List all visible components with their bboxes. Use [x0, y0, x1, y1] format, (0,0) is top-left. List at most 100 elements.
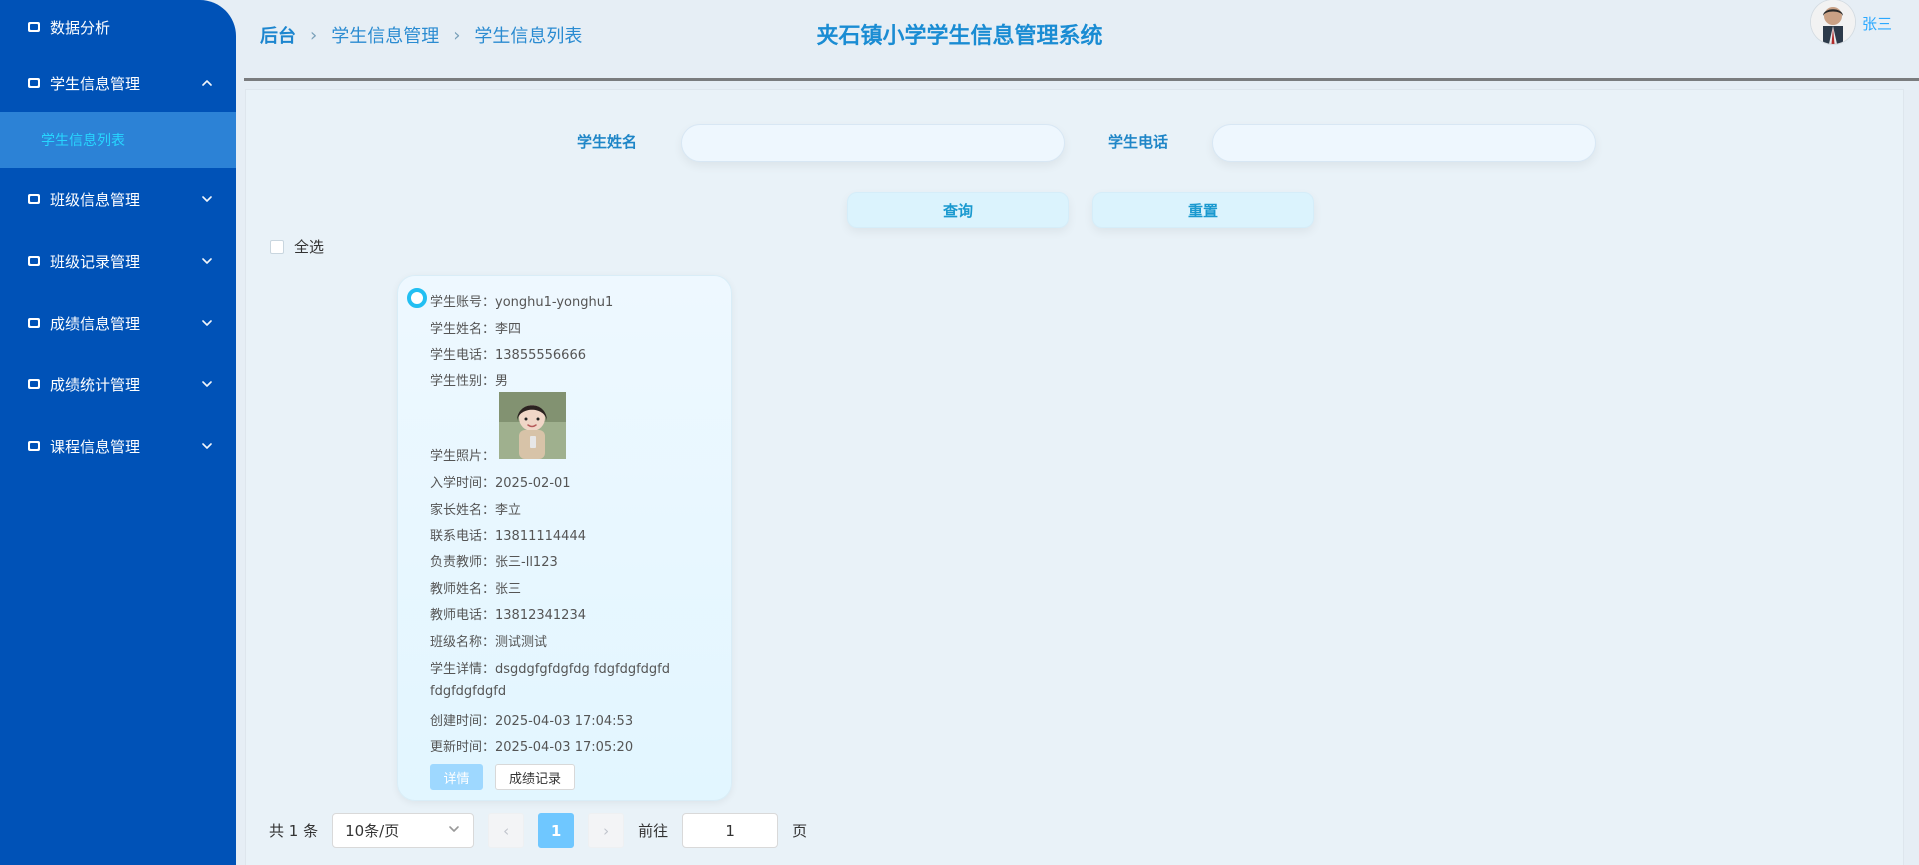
field-parent-name: 家长姓名：李立	[430, 499, 521, 518]
field-value: 13811114444	[495, 529, 586, 544]
field-key: 学生详情：	[430, 662, 496, 677]
field-teacher-name: 教师姓名：张三	[430, 578, 521, 597]
field-value: 男	[495, 374, 509, 389]
field-student-details: 学生详情：dsgdgfgfdgfdg fdgfdgfdgfd	[430, 658, 670, 677]
menu-icon	[26, 376, 42, 392]
chevron-down-icon	[200, 439, 214, 453]
chevron-right-icon: ›	[603, 821, 610, 840]
field-value: dsgdgfgfdgfdg fdgfdgfdgfd	[495, 662, 670, 677]
field-key: 学生照片：	[430, 449, 496, 464]
select-all[interactable]: 全选	[270, 236, 324, 257]
sidebar: 数据分析 学生信息管理 学生信息列表 班级信息管理 班级记录管理 成绩信息管理 …	[0, 0, 236, 865]
goto-page-input[interactable]: 1	[682, 813, 779, 848]
field-value: 13855556666	[495, 348, 586, 363]
sidebar-item-class-info[interactable]: 班级信息管理	[0, 172, 236, 226]
field-value: 2025-04-03 17:05:20	[495, 740, 634, 755]
page-button-current[interactable]: 1	[538, 813, 575, 848]
select-all-label: 全选	[294, 238, 325, 256]
page-size-value: 10条/页	[345, 822, 400, 840]
field-key: 班级名称：	[430, 635, 496, 650]
goto-page-value: 1	[725, 821, 735, 840]
student-name-label: 学生姓名	[577, 133, 638, 151]
field-created-time: 创建时间：2025-04-03 17:04:53	[430, 710, 633, 729]
student-name-input[interactable]	[681, 124, 1065, 162]
field-value: 张三-ll123	[495, 555, 558, 570]
field-value: 2025-02-01	[495, 476, 571, 491]
field-updated-time: 更新时间：2025-04-03 17:05:20	[430, 736, 633, 755]
select-all-checkbox[interactable]	[270, 239, 284, 254]
sidebar-item-class-records[interactable]: 班级记录管理	[0, 234, 236, 288]
sidebar-item-label: 学生信息管理	[50, 74, 141, 93]
user-name[interactable]: 张三	[1862, 13, 1892, 34]
field-value: 李立	[495, 503, 522, 518]
page-suffix: 页	[792, 822, 808, 840]
field-teacher-phone: 教师电话：13812341234	[430, 604, 586, 623]
pagination: 共 1 条 10条/页 ‹ 1 › 前往 1 页	[269, 813, 807, 848]
chevron-left-icon: ‹	[503, 821, 510, 840]
field-student-name: 学生姓名：李四	[430, 318, 521, 337]
field-value: fdgfdgfdgfd	[430, 684, 507, 699]
field-enroll-date: 入学时间：2025-02-01	[430, 472, 571, 491]
field-value: 李四	[495, 322, 522, 337]
student-phone-input[interactable]	[1212, 124, 1596, 162]
field-key: 学生账号：	[430, 295, 496, 310]
prev-page-button[interactable]: ‹	[488, 813, 525, 848]
field-key: 更新时间：	[430, 740, 496, 755]
detail-button[interactable]: 详情	[430, 764, 483, 790]
student-photo	[499, 392, 566, 459]
field-value: 测试测试	[495, 635, 548, 650]
menu-icon	[26, 75, 42, 91]
sidebar-item-score-stats[interactable]: 成绩统计管理	[0, 357, 236, 411]
field-key: 学生电话：	[430, 348, 496, 363]
sidebar-item-label: 成绩信息管理	[50, 314, 141, 333]
field-student-phone: 学生电话：13855556666	[430, 344, 586, 363]
field-key: 联系电话：	[430, 529, 496, 544]
menu-icon	[26, 191, 42, 207]
page-size-select[interactable]: 10条/页	[332, 813, 475, 848]
field-value: 13812341234	[495, 608, 586, 623]
field-key: 学生性别：	[430, 374, 496, 389]
student-phone-label: 学生电话	[1108, 133, 1169, 151]
sidebar-item-student-info[interactable]: 学生信息管理	[0, 56, 236, 110]
sidebar-item-label: 班级信息管理	[50, 190, 141, 209]
avatar[interactable]	[1811, 0, 1855, 44]
field-key: 创建时间：	[430, 714, 496, 729]
field-student-photo-label: 学生照片：	[430, 445, 495, 464]
field-student-gender: 学生性别：男	[430, 370, 508, 389]
field-key: 家长姓名：	[430, 503, 496, 518]
field-key: 教师电话：	[430, 608, 496, 623]
chevron-up-icon	[200, 76, 214, 90]
sidebar-item-student-list[interactable]: 学生信息列表	[0, 112, 236, 168]
sidebar-item-label: 课程信息管理	[50, 437, 141, 456]
sidebar-item-score-info[interactable]: 成绩信息管理	[0, 296, 236, 350]
card-select-radio[interactable]	[407, 288, 427, 308]
grades-record-button[interactable]: 成绩记录	[495, 764, 575, 790]
header-divider	[244, 78, 1919, 81]
pagination-total: 共 1 条	[269, 822, 319, 840]
chevron-down-icon	[200, 316, 214, 330]
field-responsible-teacher: 负责教师：张三-ll123	[430, 551, 558, 570]
field-key: 教师姓名：	[430, 582, 496, 597]
chevron-down-icon	[200, 192, 214, 206]
field-key: 负责教师：	[430, 555, 496, 570]
page-title: 夹石镇小学学生信息管理系统	[816, 24, 1103, 49]
reset-button[interactable]: 重置	[1092, 192, 1314, 228]
query-button[interactable]: 查询	[847, 192, 1069, 228]
chevron-down-icon	[447, 822, 461, 840]
sidebar-item-label: 班级记录管理	[50, 252, 141, 271]
sidebar-item-label: 成绩统计管理	[50, 375, 141, 394]
menu-icon	[26, 253, 42, 269]
field-value: 张三	[495, 582, 522, 597]
menu-icon	[26, 315, 42, 331]
field-key: 学生姓名：	[430, 322, 496, 337]
field-student-details-cont: fdgfdgfdgfd	[430, 684, 506, 699]
next-page-button[interactable]: ›	[588, 813, 625, 848]
field-student-account: 学生账号：yonghu1-yonghu1	[430, 291, 613, 310]
sidebar-item-course-info[interactable]: 课程信息管理	[0, 419, 236, 473]
field-key: 入学时间：	[430, 476, 496, 491]
field-contact-phone: 联系电话：13811114444	[430, 525, 586, 544]
field-class-name: 班级名称：测试测试	[430, 631, 547, 650]
field-value: 2025-04-03 17:04:53	[495, 714, 634, 729]
field-value: yonghu1-yonghu1	[495, 295, 614, 310]
goto-label: 前往	[638, 822, 669, 840]
